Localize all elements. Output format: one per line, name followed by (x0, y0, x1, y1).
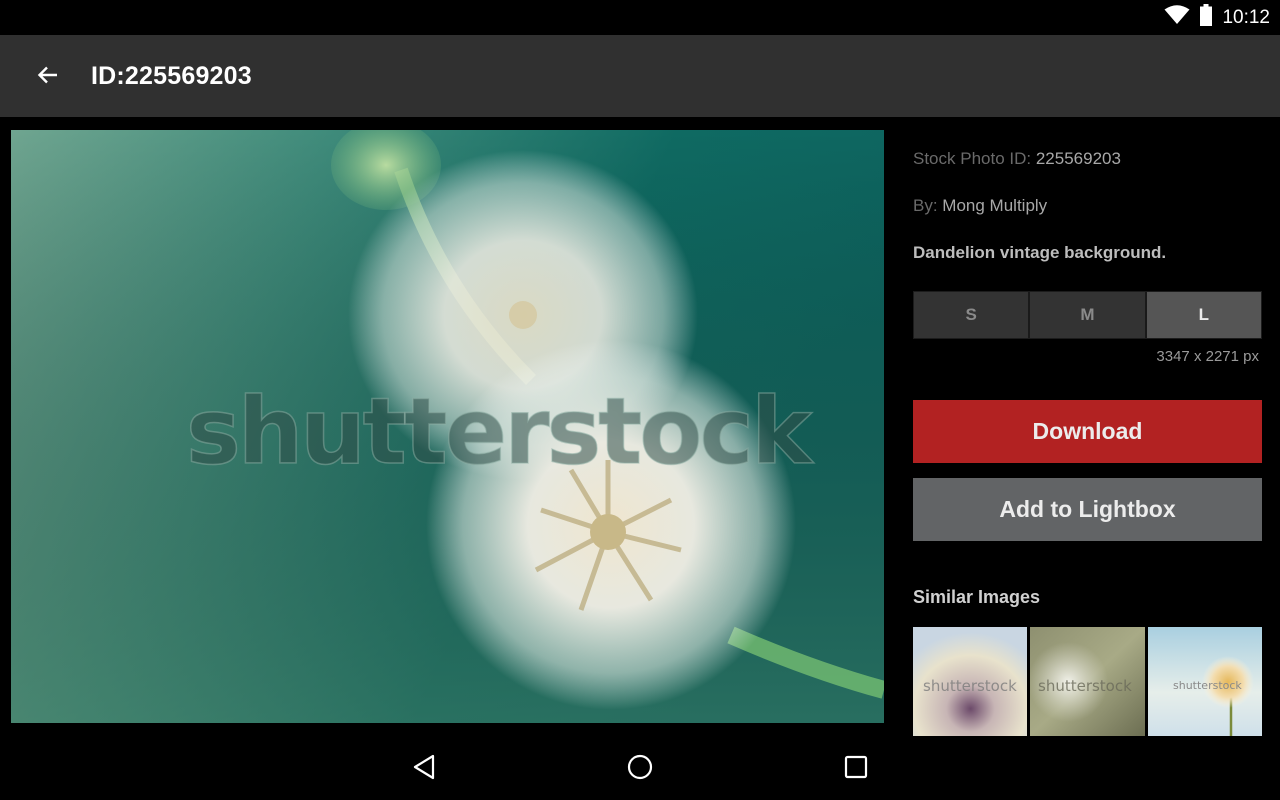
size-button-m[interactable]: M (1030, 292, 1147, 338)
similar-images-heading: Similar Images (913, 587, 1041, 607)
main-photo[interactable]: shutterstock (11, 130, 884, 723)
nav-back-icon (412, 754, 436, 785)
nav-recents-button[interactable] (836, 749, 876, 789)
similar-image-thumbnail[interactable]: shutterstock (913, 627, 1028, 736)
stock-photo-id: Stock Photo ID: 225569203 (913, 149, 1121, 169)
stock-id-label: Stock Photo ID: (913, 149, 1036, 168)
nav-home-icon (627, 754, 653, 785)
app-bar: ID:225569203 (0, 35, 1280, 117)
page-title: ID:225569203 (91, 62, 252, 90)
status-time: 10:12 (1222, 6, 1270, 28)
stock-id-value: 225569203 (1035, 149, 1121, 168)
nav-back-button[interactable] (404, 749, 444, 789)
add-to-lightbox-button[interactable]: Add to Lightbox (913, 478, 1262, 541)
nav-recents-icon (844, 755, 868, 784)
image-description: Dandelion vintage background. (913, 243, 1167, 262)
system-nav-bar (0, 737, 1280, 800)
thumbnail-watermark: shutterstock (1038, 677, 1132, 695)
similar-images-list: shutterstock shutterstock shutterstock (913, 627, 1262, 736)
arrow-left-icon (36, 63, 60, 92)
author-label: By: (913, 196, 943, 215)
back-button[interactable] (26, 55, 70, 99)
download-button[interactable]: Download (913, 400, 1262, 463)
image-dimensions: 3347 x 2271 px (1156, 348, 1259, 365)
status-bar: 10:12 (0, 0, 1280, 35)
author: By: Mong Multiply (913, 196, 1047, 216)
thumbnail-watermark: shutterstock (923, 677, 1017, 695)
wifi-icon (1164, 5, 1190, 30)
size-button-s[interactable]: S (914, 292, 1031, 338)
author-link[interactable]: Mong Multiply (942, 196, 1047, 215)
thumbnail-watermark: shutterstock (1173, 679, 1242, 692)
status-icons: 10:12 (1164, 0, 1270, 35)
similar-image-thumbnail[interactable]: shutterstock (1147, 627, 1262, 736)
watermark-text: shutterstock (186, 378, 814, 485)
nav-home-button[interactable] (620, 749, 660, 789)
size-selector: S M L (913, 291, 1262, 339)
battery-icon (1200, 4, 1213, 31)
similar-image-thumbnail[interactable]: shutterstock (1030, 627, 1145, 736)
size-button-l[interactable]: L (1146, 292, 1261, 338)
